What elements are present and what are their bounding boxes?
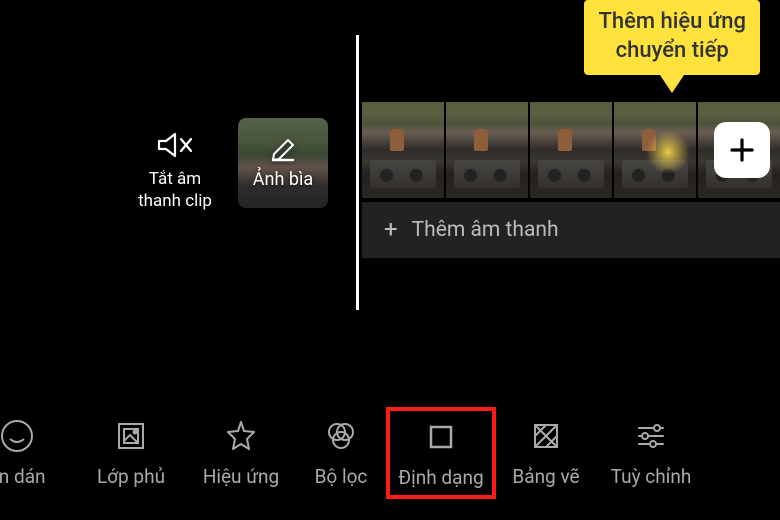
pencil-icon	[270, 137, 296, 163]
tool-label: Lớp phủ	[97, 465, 165, 488]
add-clip-button[interactable]	[714, 122, 770, 178]
cover-thumb-label: Ảnh bìa	[253, 169, 313, 190]
tool-label: Bộ lọc	[315, 465, 368, 488]
tool-label: Định dạng	[398, 466, 483, 489]
callout-line: chuyển tiếp	[598, 37, 746, 66]
tool-format[interactable]: Định dạng	[386, 407, 496, 499]
canvas-icon	[528, 418, 564, 454]
tool-filter[interactable]: Bộ lọc	[296, 412, 386, 494]
tool-label: Hiệu ứng	[203, 465, 279, 488]
bottom-toolbar: ãn dán Lớp phủ Hiệu ứng Bộ lọc Định dạng	[0, 406, 780, 500]
transition-indicator[interactable]	[646, 130, 690, 174]
mute-clip-label: Tắt âm thanh clip	[130, 168, 220, 212]
square-icon	[423, 419, 459, 455]
add-audio-label: Thêm âm thanh	[412, 218, 559, 242]
sticker-icon	[0, 418, 35, 454]
star-icon	[223, 418, 259, 454]
overlay-icon	[113, 418, 149, 454]
tool-canvas[interactable]: Bảng vẽ	[496, 412, 596, 494]
sliders-icon	[633, 418, 669, 454]
tool-label: Bảng vẽ	[512, 465, 579, 488]
tool-overlay[interactable]: Lớp phủ	[76, 412, 186, 494]
tool-effect[interactable]: Hiệu ứng	[186, 412, 296, 494]
tool-sticker[interactable]: ãn dán	[0, 412, 62, 494]
tool-adjust[interactable]: Tuỳ chỉnh	[596, 412, 706, 494]
timeline-playhead[interactable]	[356, 35, 359, 310]
plus-icon: +	[384, 217, 398, 241]
filter-icon	[323, 418, 359, 454]
transition-callout: Thêm hiệu ứng chuyển tiếp	[584, 0, 760, 75]
callout-line: Thêm hiệu ứng	[598, 8, 746, 37]
timeline-frame[interactable]	[446, 102, 528, 198]
add-audio-button[interactable]: + Thêm âm thanh	[362, 202, 780, 258]
timeline-frame[interactable]	[530, 102, 612, 198]
cover-thumbnail-button[interactable]: Ảnh bìa	[238, 118, 328, 208]
plus-icon	[726, 134, 758, 166]
tool-label: Tuỳ chỉnh	[611, 465, 692, 488]
speaker-mute-icon	[130, 130, 220, 160]
tool-label: ãn dán	[0, 465, 46, 488]
timeline-frame[interactable]	[362, 102, 444, 198]
mute-clip-button[interactable]: Tắt âm thanh clip	[130, 130, 220, 212]
